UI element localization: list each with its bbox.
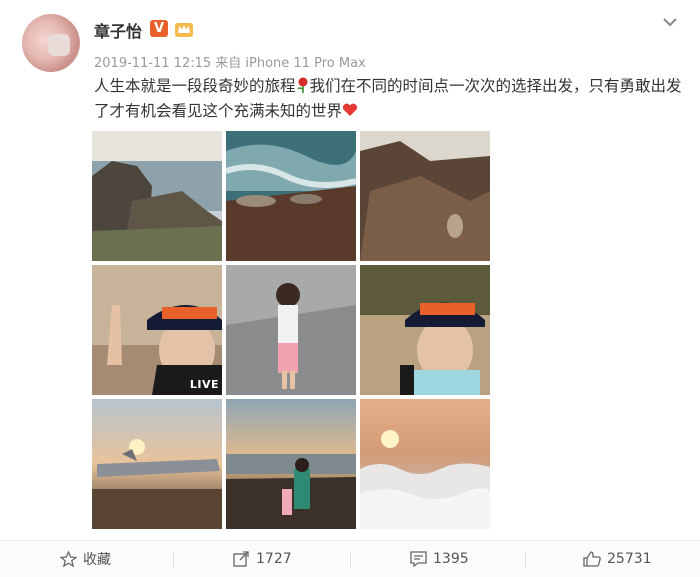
post-text-part1: 人生本就是一段段奇妙的旅程 xyxy=(94,77,296,95)
star-icon xyxy=(60,551,77,567)
like-button[interactable]: 25731 xyxy=(583,541,652,577)
divider xyxy=(525,551,526,569)
repost-icon xyxy=(233,551,249,567)
like-count: 25731 xyxy=(607,551,652,567)
comment-count: 1395 xyxy=(433,551,469,567)
photo-grid: LIVE xyxy=(92,131,490,529)
repost-button[interactable]: 1727 xyxy=(233,541,292,577)
post-meta: 2019-11-11 12:15 来自 iPhone 11 Pro Max xyxy=(94,56,366,71)
crown-badge-icon[interactable] xyxy=(174,20,194,38)
favorite-button[interactable]: 收藏 xyxy=(60,541,111,577)
author-name[interactable]: 章子怡 xyxy=(94,18,142,42)
post-text: 人生本就是一段段奇妙的旅程 我们在不同的时间点一次次的选择出发，只有勇敢出发了才有… xyxy=(94,74,684,124)
photo-sea-lions[interactable] xyxy=(226,131,356,261)
photo-rocks-sea[interactable] xyxy=(92,131,222,261)
photo-selfie-rocks[interactable] xyxy=(360,265,490,395)
repost-count: 1727 xyxy=(256,551,292,567)
comment-button[interactable]: 1395 xyxy=(410,541,469,577)
like-icon xyxy=(583,551,601,567)
rose-emoji-icon xyxy=(296,77,308,93)
avatar-image xyxy=(48,34,70,56)
photo-child-street[interactable] xyxy=(226,265,356,395)
photo-rock-shore[interactable] xyxy=(360,131,490,261)
favorite-label: 收藏 xyxy=(83,552,111,568)
verified-v-icon[interactable]: V xyxy=(150,20,168,37)
divider xyxy=(173,551,174,569)
photo-jet-sunset[interactable] xyxy=(92,399,222,529)
photo-clouds-sunset[interactable] xyxy=(360,399,490,529)
live-label: LIVE xyxy=(189,378,219,391)
weibo-post-card: 章子怡 V 2019-11-11 12:15 来自 iPhone 11 Pro … xyxy=(0,0,700,577)
divider xyxy=(350,551,351,569)
photo-selfie-pointing[interactable]: LIVE xyxy=(92,265,222,395)
action-bar: 收藏 1727 1395 25731 xyxy=(0,540,700,577)
photo-beach-sunset[interactable] xyxy=(226,399,356,529)
avatar[interactable] xyxy=(22,14,80,72)
comment-icon xyxy=(410,551,427,567)
chevron-down-icon[interactable] xyxy=(662,14,678,30)
heart-emoji-icon xyxy=(342,103,358,116)
